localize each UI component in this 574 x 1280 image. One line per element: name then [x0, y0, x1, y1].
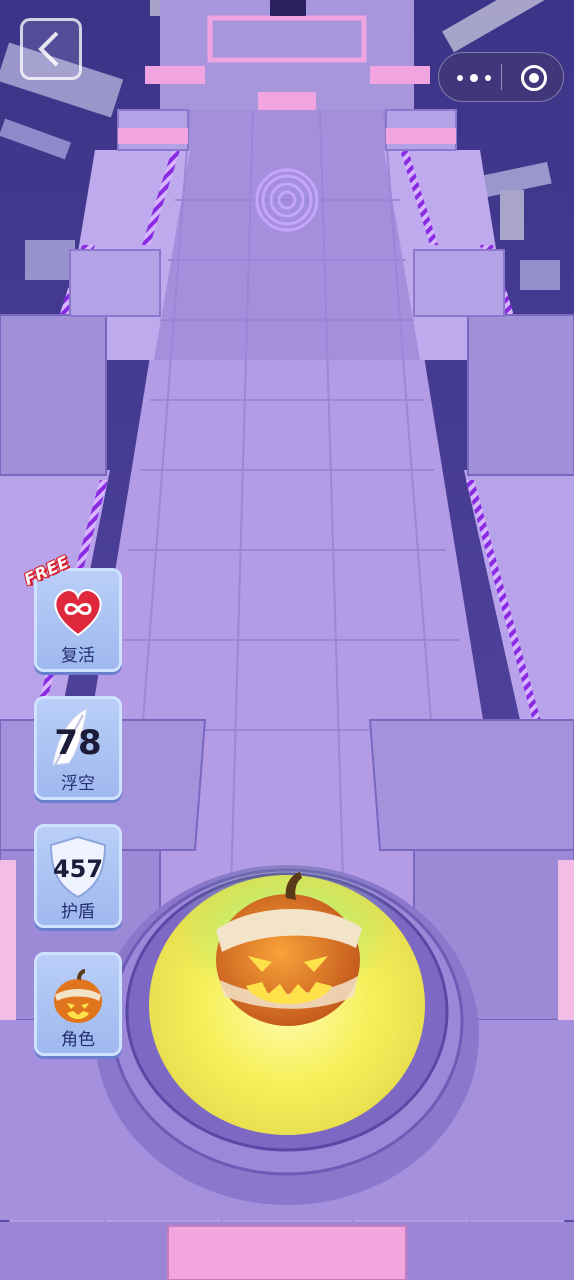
back-button[interactable] — [20, 18, 82, 80]
close-miniprogram-button[interactable] — [515, 59, 553, 97]
target-dot-icon — [529, 73, 539, 83]
character-button[interactable]: 角色 — [34, 952, 122, 1056]
float-button[interactable]: 78 浮空 — [34, 696, 122, 800]
shield-button[interactable]: 457 护盾 — [34, 824, 122, 928]
feather-icon: 78 — [43, 705, 113, 773]
shield-label: 护盾 — [61, 902, 95, 922]
capsule-divider — [501, 64, 502, 90]
more-dot-icon — [485, 75, 491, 81]
more-dot-icon — [457, 75, 463, 81]
infinity-heart-icon — [43, 577, 113, 645]
revive-label: 复活 — [61, 646, 95, 666]
character-label: 角色 — [61, 1030, 95, 1050]
float-label: 浮空 — [61, 774, 95, 794]
shield-count: 457 — [52, 855, 104, 883]
pumpkin-icon — [43, 961, 113, 1029]
float-count: 78 — [54, 723, 102, 763]
more-menu-button[interactable] — [449, 53, 497, 103]
shield-icon: 457 — [43, 833, 113, 901]
chevron-left-icon — [38, 31, 59, 67]
miniprogram-capsule — [438, 52, 564, 102]
revive-button[interactable]: FREE 复活 — [21, 552, 122, 672]
more-dot-icon — [470, 74, 478, 82]
